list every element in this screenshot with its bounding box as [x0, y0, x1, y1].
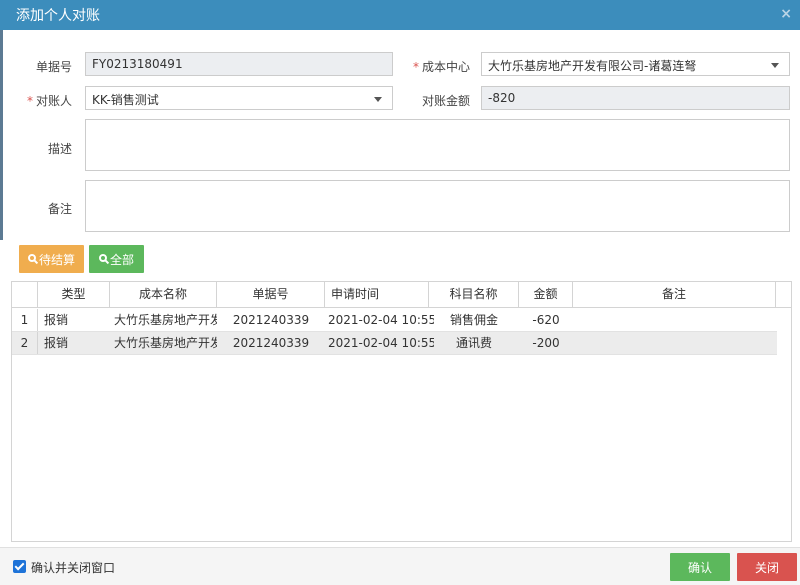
- header-doc-no[interactable]: 单据号: [217, 282, 325, 307]
- description-textarea[interactable]: [85, 119, 790, 171]
- row-amount: -200: [532, 336, 560, 350]
- reconciliation-grid: 类型 成本名称 单据号 申请时间 科目名称 金额 备注 1 报销 大竹乐基房地产…: [11, 281, 792, 542]
- row-amount: -620: [532, 313, 560, 327]
- remark-label: 备注: [47, 202, 72, 216]
- table-row[interactable]: 1 报销 大竹乐基房地产开发有 2021240339 2021-02-04 10…: [12, 309, 777, 332]
- header-apply-time[interactable]: 申请时间: [325, 282, 429, 307]
- all-button[interactable]: 全部: [89, 245, 144, 273]
- row-apply-time: 2021-02-04 10:55:12: [328, 336, 434, 350]
- confirm-close-label[interactable]: 确认并关闭窗口: [31, 559, 115, 576]
- doc-no-value: FY0213180491: [92, 57, 183, 71]
- search-icon: [98, 254, 107, 262]
- counterpart-value: KK-销售测试: [92, 93, 159, 107]
- header-amount[interactable]: 金额: [519, 282, 573, 307]
- search-icon: [27, 254, 36, 262]
- cost-center-value: 大竹乐基房地产开发有限公司-诸葛连弩: [488, 59, 697, 73]
- remark-textarea[interactable]: [85, 180, 790, 232]
- confirm-close-checkbox[interactable]: [13, 560, 26, 573]
- amount-value: -820: [488, 91, 516, 105]
- row-remark: [573, 309, 776, 331]
- row-apply-time: 2021-02-04 10:55:12: [328, 313, 434, 327]
- header-index: [12, 282, 38, 307]
- chevron-down-icon: [771, 63, 779, 68]
- dialog-title: 添加个人对账: [16, 8, 100, 24]
- required-mark: *: [26, 94, 33, 108]
- row-type: 报销: [44, 336, 69, 350]
- background-strip: [0, 30, 3, 240]
- dialog-footer: 确认并关闭窗口 确认 关闭: [0, 547, 800, 585]
- row-index: 1: [12, 309, 38, 331]
- cost-center-select[interactable]: 大竹乐基房地产开发有限公司-诸葛连弩: [481, 52, 790, 76]
- confirm-button[interactable]: 确认: [670, 553, 730, 581]
- header-remark[interactable]: 备注: [573, 282, 776, 307]
- pending-settlement-button[interactable]: 待结算: [19, 245, 84, 273]
- header-type[interactable]: 类型: [38, 282, 110, 307]
- close-icon[interactable]: ×: [780, 6, 792, 22]
- required-mark: *: [412, 60, 419, 74]
- description-label: 描述: [47, 142, 72, 156]
- cost-center-label: * 成本中心: [400, 58, 470, 75]
- header-subject[interactable]: 科目名称: [429, 282, 519, 307]
- doc-no-field[interactable]: FY0213180491: [85, 52, 393, 76]
- doc-no-label: 单据号: [35, 60, 72, 74]
- cost-center-label-text: 成本中心: [421, 60, 470, 74]
- row-subject: 销售佣金: [449, 313, 498, 327]
- row-type: 报销: [44, 313, 69, 327]
- header-cost-name[interactable]: 成本名称: [110, 282, 217, 307]
- pending-settlement-label: 待结算: [38, 252, 75, 267]
- amount-field[interactable]: -820: [481, 86, 790, 110]
- row-index: 2: [12, 332, 38, 354]
- counterpart-label: * 对账人: [20, 92, 72, 109]
- chevron-down-icon: [374, 97, 382, 102]
- row-remark: [573, 332, 776, 354]
- amount-label: 对账金额: [421, 94, 470, 108]
- dialog-titlebar: 添加个人对账 ×: [0, 0, 800, 30]
- table-row[interactable]: 2 报销 大竹乐基房地产开发有 2021240339 2021-02-04 10…: [12, 332, 777, 355]
- row-cost-name: 大竹乐基房地产开发有: [114, 313, 217, 327]
- row-subject: 通讯费: [455, 336, 492, 350]
- close-button[interactable]: 关闭: [737, 553, 797, 581]
- counterpart-label-text: 对账人: [35, 94, 72, 108]
- row-doc-no: 2021240339: [232, 336, 310, 350]
- row-cost-name: 大竹乐基房地产开发有: [114, 336, 217, 350]
- counterpart-select[interactable]: KK-销售测试: [85, 86, 393, 110]
- all-label: 全部: [109, 252, 134, 267]
- add-reconciliation-dialog: 添加个人对账 × 单据号 FY0213180491 * 成本中心 大竹乐基房地产开…: [0, 0, 800, 585]
- grid-header: 类型 成本名称 单据号 申请时间 科目名称 金额 备注: [12, 282, 791, 308]
- row-doc-no: 2021240339: [232, 313, 310, 327]
